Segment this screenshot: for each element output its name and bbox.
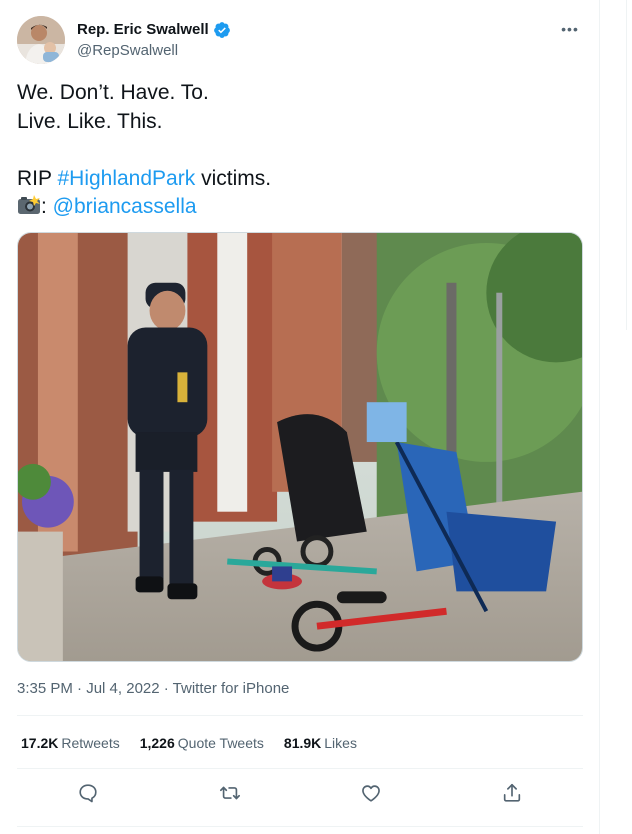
camera-flash-emoji-icon: [17, 194, 41, 216]
avatar[interactable]: [17, 16, 65, 64]
divider: [17, 826, 583, 827]
verified-badge-icon: [213, 21, 231, 39]
text-prefix: RIP: [17, 166, 58, 190]
tweet-card: Rep. Eric Swalwell @RepSwalwell ••• We. …: [0, 0, 600, 834]
text-colon: :: [41, 195, 53, 218]
divider: [17, 715, 583, 716]
meta-separator: ·: [72, 680, 87, 697]
tweet-stats: 17.2K Retweets 1,226 Quote Tweets 81.9K Lik…: [21, 733, 357, 753]
tweet-meta: 3:35 PM · Jul 4, 2022 · Twitter for iPho…: [17, 679, 289, 699]
likes-stat[interactable]: 81.9K Likes: [284, 733, 357, 753]
quote-tweets-count: 1,226: [139, 735, 175, 751]
tweet-photo[interactable]: [17, 232, 583, 662]
author-handle[interactable]: @RepSwalwell: [77, 41, 231, 61]
retweet-icon: [220, 786, 240, 800]
tweet-header: Rep. Eric Swalwell @RepSwalwell •••: [17, 16, 587, 64]
hashtag-link[interactable]: #HighlandPark: [57, 167, 195, 190]
text-suffix: victims.: [195, 166, 272, 190]
likes-label: Likes: [324, 735, 357, 751]
meta-separator: ·: [159, 680, 173, 697]
author-display-name[interactable]: Rep. Eric Swalwell: [77, 20, 209, 40]
reply-button[interactable]: [73, 778, 103, 808]
likes-count: 81.9K: [283, 735, 322, 751]
share-icon: [503, 783, 521, 802]
tweet-time[interactable]: 3:35 PM: [17, 680, 73, 697]
heart-icon: [362, 785, 380, 802]
tweet-text-line: RIP #HighlandPark victims.: [17, 165, 582, 194]
tweet-date[interactable]: Jul 4, 2022: [86, 680, 159, 697]
retweets-count: 17.2K: [21, 735, 59, 751]
share-button[interactable]: [497, 778, 527, 808]
quote-tweets-stat[interactable]: 1,226 Quote Tweets: [140, 733, 264, 753]
right-gutter: [600, 0, 632, 834]
tweet-actions: [17, 778, 583, 808]
author-info: Rep. Eric Swalwell @RepSwalwell: [77, 20, 231, 61]
quote-tweets-label: Quote Tweets: [177, 735, 264, 751]
more-options-button[interactable]: •••: [559, 18, 581, 40]
tweet-text: We. Don’t. Have. To. Live. Like. This. R…: [17, 79, 582, 222]
divider: [17, 768, 583, 769]
tweet-text-line: : @briancassella: [17, 193, 582, 222]
tweet-text-line: Live. Like. This.: [17, 109, 163, 133]
tweet-source[interactable]: Twitter for iPhone: [173, 680, 290, 697]
like-button[interactable]: [356, 778, 386, 808]
more-dots-icon: •••: [561, 21, 579, 37]
retweets-stat[interactable]: 17.2K Retweets: [21, 733, 120, 753]
mention-link[interactable]: @briancassella: [53, 195, 197, 218]
reply-bubble-icon: [79, 784, 97, 803]
photo-illustration: [18, 233, 582, 661]
tweet-text-line: We. Don’t. Have. To.: [17, 81, 209, 104]
retweet-button[interactable]: [215, 778, 245, 808]
retweets-label: Retweets: [61, 735, 120, 751]
